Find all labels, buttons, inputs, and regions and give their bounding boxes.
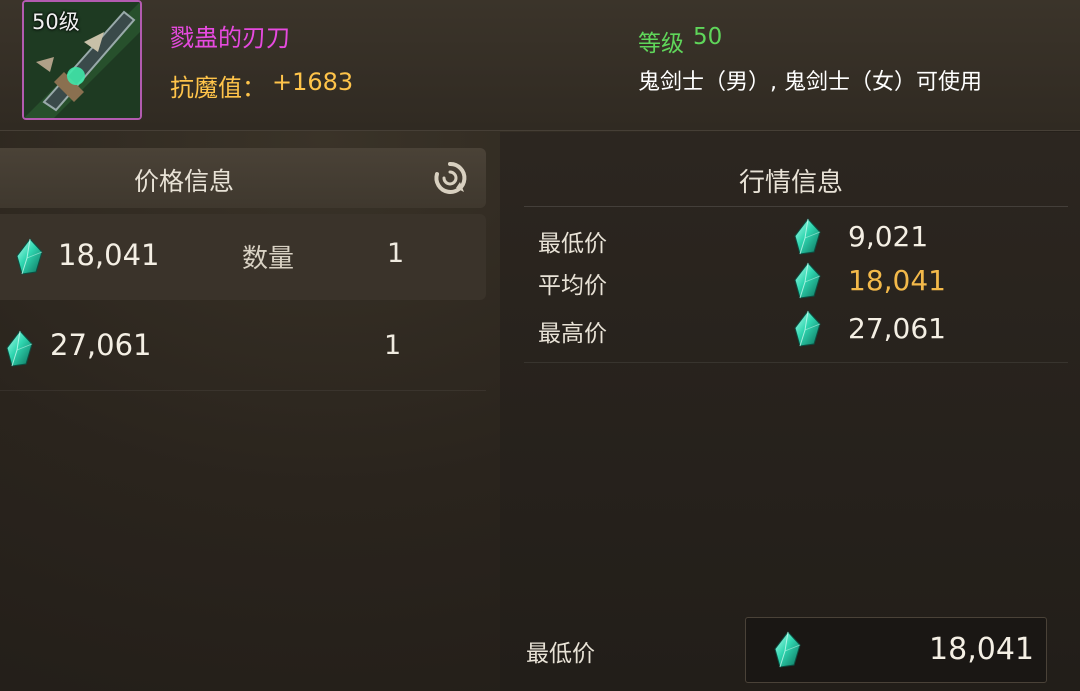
quantity-label: 数量 <box>242 244 295 274</box>
market-min-label: 最低价 <box>538 231 607 257</box>
level-value: 50 <box>693 24 723 50</box>
market-info-title: 行情信息 <box>739 168 844 198</box>
divider <box>524 362 1068 363</box>
price-row[interactable]: 27,061 1 <box>0 304 486 391</box>
market-avg-value: 18,041 <box>848 264 946 297</box>
price-info-title: 价格信息 <box>134 167 235 196</box>
gem-icon <box>792 310 822 348</box>
listing-quantity: 1 <box>384 330 402 361</box>
listing-quantity: 1 <box>387 238 405 269</box>
price-row[interactable]: 18,041 数量 1 <box>0 214 486 300</box>
stat-value: +1683 <box>272 68 354 96</box>
price-info-header: 价格信息 <box>0 148 486 208</box>
level-label: 等级 <box>638 31 684 57</box>
market-min-value: 9,021 <box>848 220 929 253</box>
gem-icon <box>4 330 34 368</box>
market-avg-label: 平均价 <box>538 273 607 299</box>
divider <box>524 206 1068 207</box>
gem-icon <box>14 238 44 276</box>
lowest-price-field[interactable]: 18,041 <box>745 617 1047 683</box>
market-max-value: 27,061 <box>848 312 946 345</box>
listing-price: 27,061 <box>50 328 152 362</box>
usable-classes: 鬼剑士（男）, 鬼剑士（女）可使用 <box>638 70 982 95</box>
item-header: 50级 戮蛊的刃刀 抗魔值： +1683 等级 50 鬼剑士（男）, 鬼剑士（女… <box>0 0 1080 131</box>
market-max-label: 最高价 <box>538 321 607 347</box>
refresh-button[interactable] <box>430 158 470 198</box>
refresh-icon <box>434 161 467 194</box>
listing-price: 18,041 <box>58 238 160 272</box>
gem-icon <box>792 218 822 256</box>
gem-icon <box>792 262 822 300</box>
lowest-price-label: 最低价 <box>526 641 595 667</box>
item-icon-slot[interactable]: 50级 <box>22 0 142 120</box>
lowest-price-value: 18,041 <box>929 632 1034 667</box>
item-level-badge: 50级 <box>32 10 80 34</box>
gem-icon <box>772 631 802 669</box>
item-name: 戮蛊的刃刀 <box>170 24 290 52</box>
market-info-panel <box>500 132 1080 691</box>
stat-label: 抗魔值： <box>170 74 266 102</box>
